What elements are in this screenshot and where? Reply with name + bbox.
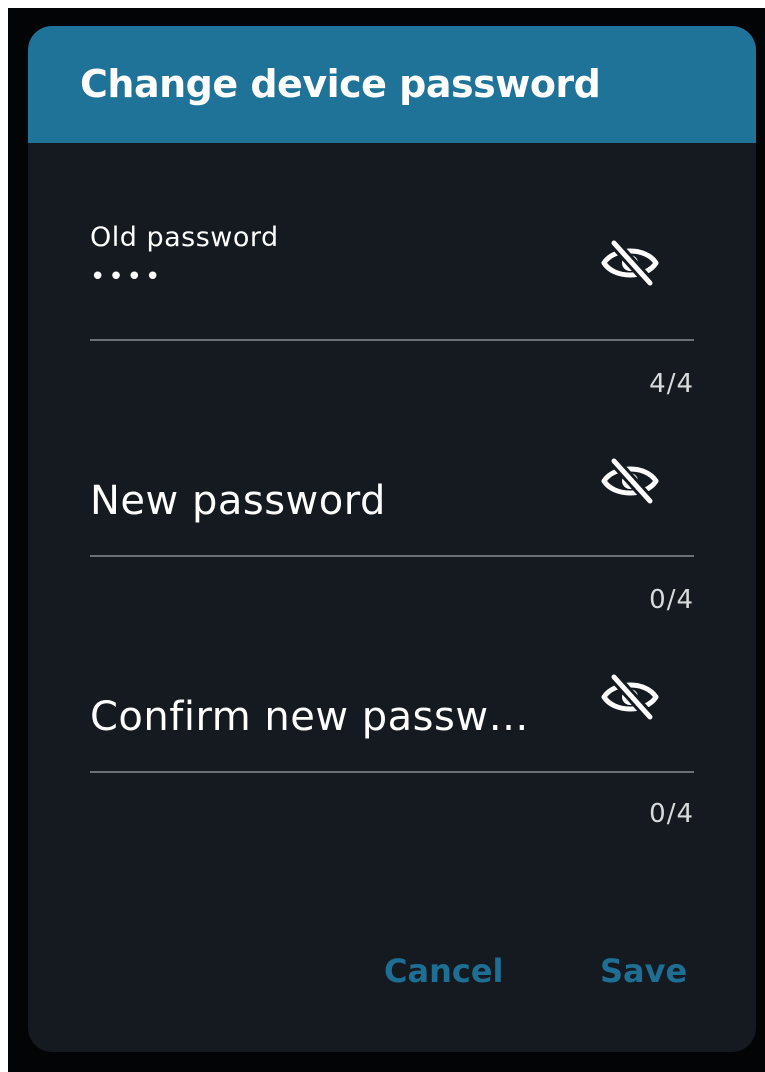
- old-password-label: Old password: [90, 222, 279, 253]
- dialog-title: Change device password: [80, 62, 601, 106]
- confirm-password-visibility-toggle[interactable]: [598, 670, 662, 724]
- save-button[interactable]: Save: [600, 952, 687, 990]
- old-password-value[interactable]: ••••: [90, 262, 163, 292]
- confirm-password-field[interactable]: Confirm new passw… 0/4: [90, 662, 694, 842]
- confirm-password-label: Confirm new passw…: [90, 694, 530, 740]
- confirm-password-underline: [90, 771, 694, 773]
- new-password-underline: [90, 555, 694, 557]
- new-password-label: New password: [90, 478, 386, 524]
- eye-off-icon: [601, 457, 659, 505]
- old-password-underline: [90, 339, 694, 341]
- cancel-button[interactable]: Cancel: [384, 952, 504, 990]
- old-password-field[interactable]: Old password •••• 4/4: [90, 222, 694, 402]
- new-password-counter: 0/4: [649, 585, 694, 615]
- confirm-password-counter: 0/4: [649, 799, 694, 829]
- old-password-visibility-toggle[interactable]: [598, 236, 662, 290]
- new-password-field[interactable]: New password 0/4: [90, 446, 694, 626]
- eye-off-icon: [601, 673, 659, 721]
- change-password-dialog: Change device password Old password ••••…: [28, 26, 756, 1052]
- eye-off-icon: [601, 239, 659, 287]
- old-password-counter: 4/4: [649, 369, 694, 399]
- dialog-header: Change device password: [28, 26, 756, 143]
- new-password-visibility-toggle[interactable]: [598, 454, 662, 508]
